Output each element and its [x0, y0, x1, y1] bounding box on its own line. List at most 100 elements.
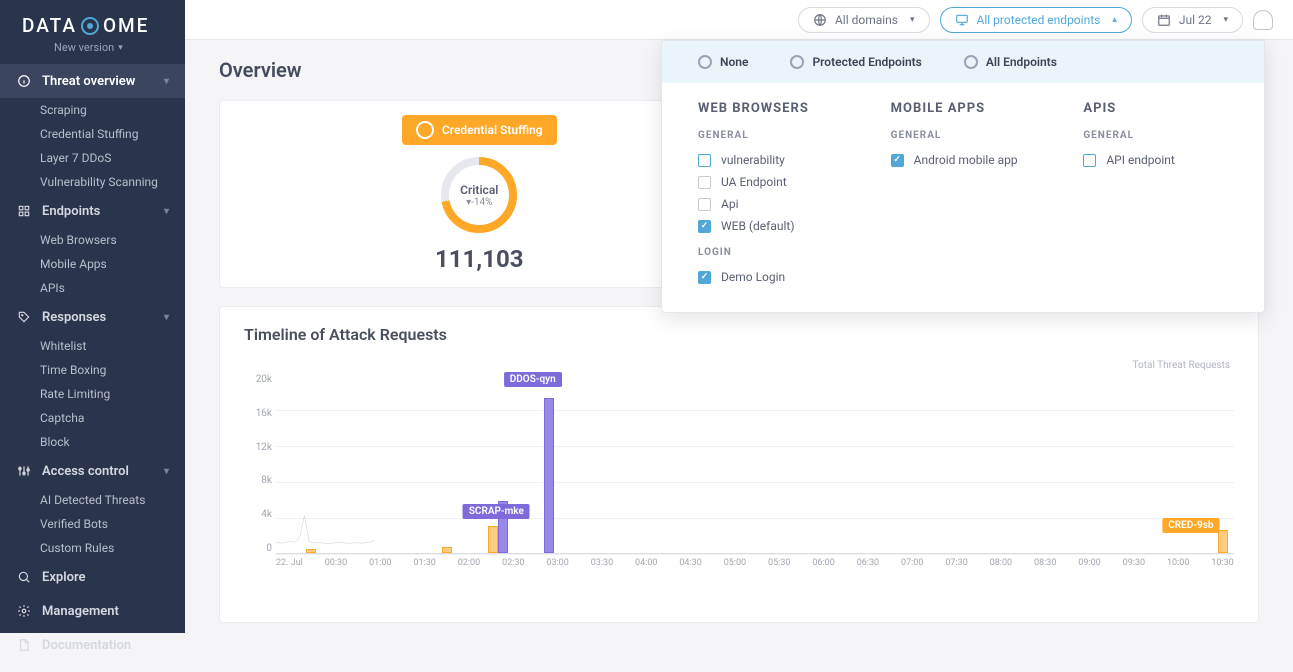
- nav-item-vulnerability-scanning[interactable]: Vulnerability Scanning: [0, 170, 185, 194]
- endpoint-option-api-endpoint[interactable]: API endpoint: [1083, 149, 1228, 171]
- nav-item-time-boxing[interactable]: Time Boxing: [0, 358, 185, 382]
- x-tick: 03:00: [546, 558, 568, 568]
- chevron-down-icon: ▾: [1223, 15, 1228, 25]
- endpoints-selector[interactable]: All protected endpoints ▴: [940, 7, 1132, 33]
- scope-radio-none[interactable]: None: [698, 55, 748, 69]
- scope-radio-protected-endpoints[interactable]: Protected Endpoints: [790, 55, 921, 69]
- nav-section-label: Endpoints: [42, 204, 100, 219]
- chevron-down-icon: ▾: [910, 15, 915, 25]
- x-tick: 04:00: [635, 558, 657, 568]
- nav-item-custom-rules[interactable]: Custom Rules: [0, 536, 185, 560]
- y-tick: 20k: [256, 374, 272, 385]
- chevron-up-icon: ▴: [1112, 15, 1117, 25]
- nav-section-threat-overview[interactable]: Threat overview▾: [0, 64, 185, 98]
- domains-selector[interactable]: All domains ▾: [798, 7, 930, 33]
- bar: [442, 547, 452, 553]
- nav: Threat overview▾ScrapingCredential Stuff…: [0, 64, 185, 594]
- nav-item-layer-7-ddos[interactable]: Layer 7 DDoS: [0, 146, 185, 170]
- x-tick: 05:30: [768, 558, 790, 568]
- x-tick: 05:00: [724, 558, 746, 568]
- nav-bottom-label: Management: [42, 604, 119, 619]
- x-tick: 22. Jul: [276, 558, 303, 568]
- endpoint-col-apis: APISGENERALAPI endpoint: [1083, 101, 1228, 288]
- globe-icon: [813, 13, 827, 27]
- trend-line: [276, 374, 375, 553]
- endpoint-option-vulnerability[interactable]: vulnerability: [698, 149, 843, 171]
- nav-section-label: Threat overview: [42, 74, 135, 89]
- threat-icon: [416, 121, 434, 139]
- sliders-icon: [16, 463, 32, 479]
- y-tick: 4k: [261, 509, 272, 520]
- endpoint-option-label: WEB (default): [721, 219, 795, 233]
- threat-status: Critical: [460, 183, 498, 197]
- doc-icon: [16, 637, 32, 653]
- endpoint-option-demo-login[interactable]: Demo Login: [698, 266, 843, 288]
- x-tick: 00:30: [325, 558, 347, 568]
- bar: [1218, 530, 1228, 553]
- x-tick: 01:00: [369, 558, 391, 568]
- endpoint-option-label: UA Endpoint: [721, 175, 787, 189]
- nav-item-web-browsers[interactable]: Web Browsers: [0, 228, 185, 252]
- timeline-card: Timeline of Attack Requests Total Threat…: [219, 306, 1259, 623]
- endpoint-option-android-mobile-app[interactable]: Android mobile app: [891, 149, 1036, 171]
- chart-annotation: CRED-9sb: [1162, 518, 1219, 533]
- nav-bottom-documentation[interactable]: Documentation: [0, 628, 185, 662]
- endpoint-col-title: APIS: [1083, 101, 1228, 116]
- tag-icon: [16, 309, 32, 325]
- nav-item-rate-limiting[interactable]: Rate Limiting: [0, 382, 185, 406]
- brand-logo: DATA OME: [0, 0, 185, 41]
- x-tick: 08:00: [990, 558, 1012, 568]
- endpoint-option-api[interactable]: Api: [698, 193, 843, 215]
- bar: [488, 526, 498, 553]
- x-tick: 06:30: [857, 558, 879, 568]
- topbar: All domains ▾ All protected endpoints ▴ …: [185, 0, 1293, 40]
- nav-item-credential-stuffing[interactable]: Credential Stuffing: [0, 122, 185, 146]
- nav-section-responses[interactable]: Responses▾: [0, 300, 185, 334]
- date-selector[interactable]: Jul 22 ▾: [1142, 7, 1243, 33]
- x-tick: 09:00: [1078, 558, 1100, 568]
- x-tick: 10:30: [1211, 558, 1233, 568]
- main: All domains ▾ All protected endpoints ▴ …: [185, 0, 1293, 633]
- x-tick: 02:30: [502, 558, 524, 568]
- endpoint-option-label: API endpoint: [1106, 153, 1174, 167]
- nav-section-access-control[interactable]: Access control▾: [0, 454, 185, 488]
- threat-tag: Credential Stuffing: [402, 115, 557, 145]
- x-tick: 07:30: [945, 558, 967, 568]
- nav-item-scraping[interactable]: Scraping: [0, 98, 185, 122]
- x-tick: 10:00: [1167, 558, 1189, 568]
- endpoint-option-web-(default)[interactable]: WEB (default): [698, 215, 843, 237]
- chevron-down-icon: ▾: [164, 312, 169, 323]
- endpoint-group-label: GENERAL: [891, 130, 1036, 141]
- endpoint-col-mobile-apps: MOBILE APPSGENERALAndroid mobile app: [891, 101, 1036, 288]
- scope-radio-all-endpoints[interactable]: All Endpoints: [964, 55, 1057, 69]
- radio-label: Protected Endpoints: [812, 55, 921, 69]
- nav-item-mobile-apps[interactable]: Mobile Apps: [0, 252, 185, 276]
- threat-delta: ▾-14%: [466, 197, 492, 208]
- nav-section-explore[interactable]: Explore: [0, 560, 185, 594]
- nav-item-captcha[interactable]: Captcha: [0, 406, 185, 430]
- notifications-icon[interactable]: [1253, 10, 1273, 30]
- nav-item-ai-detected-threats[interactable]: AI Detected Threats: [0, 488, 185, 512]
- nav-item-apis[interactable]: APIs: [0, 276, 185, 300]
- nav-bottom-management[interactable]: Management: [0, 594, 185, 628]
- endpoint-group-label: LOGIN: [698, 247, 843, 258]
- endpoint-option-ua-endpoint[interactable]: UA Endpoint: [698, 171, 843, 193]
- y-tick: 8k: [261, 475, 272, 486]
- version-selector[interactable]: New version ▾: [0, 41, 185, 64]
- x-axis: 22. Jul00:3001:0001:3002:0002:3003:0003:…: [276, 558, 1234, 568]
- nav-item-whitelist[interactable]: Whitelist: [0, 334, 185, 358]
- nav-item-verified-bots[interactable]: Verified Bots: [0, 512, 185, 536]
- nav-item-block[interactable]: Block: [0, 430, 185, 454]
- x-tick: 09:30: [1123, 558, 1145, 568]
- endpoints-dropdown: None Protected Endpoints All Endpoints WEB…: [661, 40, 1265, 313]
- timeline-title: Timeline of Attack Requests: [244, 325, 1234, 344]
- timeline-chart: Total Threat Requests 20k16k12k8k4k0 DDO…: [244, 374, 1234, 604]
- threat-metric: 111,103: [435, 245, 524, 273]
- monitor-icon: [955, 13, 969, 27]
- checkbox-icon: [891, 154, 904, 167]
- nav-section-endpoints[interactable]: Endpoints▾: [0, 194, 185, 228]
- endpoint-columns: WEB BROWSERSGENERALvulnerabilityUA Endpo…: [662, 83, 1264, 312]
- x-tick: 03:30: [591, 558, 613, 568]
- y-tick: 0: [266, 543, 272, 554]
- threat-gauge: Critical▾-14%: [439, 155, 519, 235]
